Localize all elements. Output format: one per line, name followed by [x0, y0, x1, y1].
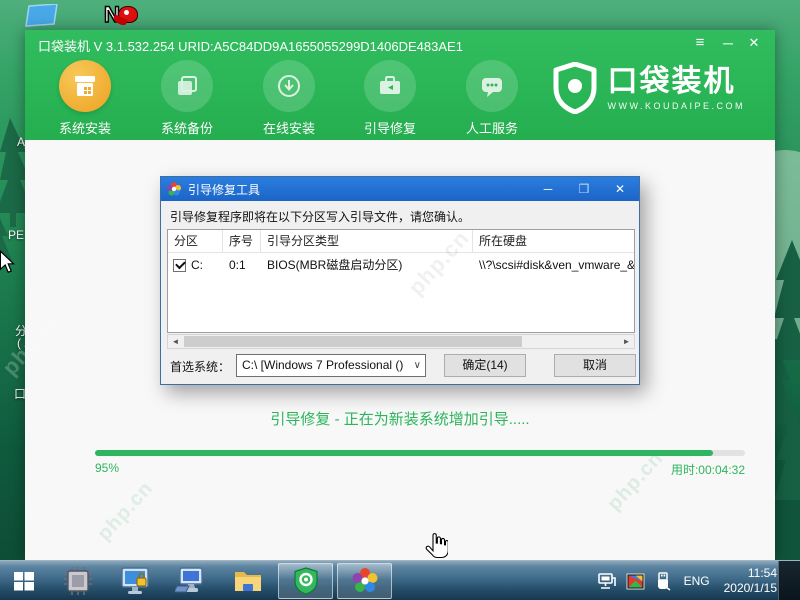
horizontal-scrollbar[interactable]: ◄ ►: [167, 334, 635, 349]
dialog-minimize-button[interactable]: ─: [533, 177, 563, 201]
nav-label: 在线安装: [262, 121, 315, 136]
nav-system-backup[interactable]: 系统备份: [147, 60, 227, 137]
nav-human-service[interactable]: 人工服务: [452, 60, 532, 137]
taskbar-folder-icon[interactable]: [232, 565, 264, 597]
col-boot-type[interactable]: 引导分区类型: [261, 230, 473, 252]
nav-label: 系统安装: [58, 121, 111, 136]
scroll-right-arrow-icon[interactable]: ►: [619, 335, 634, 348]
taskbar: ENG 11:54 2020/1/15: [0, 560, 800, 600]
taskbar-chip-icon[interactable]: [62, 565, 94, 597]
boot-type-cell: BIOS(MBR磁盘启动分区): [267, 258, 403, 272]
boot-repair-icon: [364, 60, 416, 112]
desktop-icon-label[interactable]: (: [17, 336, 21, 350]
windows-logo-icon: [14, 572, 34, 591]
desktop-n-logo-icon[interactable]: N: [103, 3, 144, 30]
elapsed-time: 用时:00:04:32: [670, 463, 745, 477]
dialog-title: 引导修复工具: [188, 182, 261, 197]
app-title: 口袋装机 V 3.1.532.254 URID:A5C84DD9A1655055…: [38, 39, 463, 54]
mouse-cursor-arrow: [0, 250, 16, 273]
pinwheel-icon: [352, 568, 377, 592]
desktop: php.cn php.cn php.cn php.cn php.cn php.c…: [0, 0, 800, 600]
preferred-system-combobox[interactable]: C:\ [Windows 7 Professional () ∨: [236, 354, 426, 377]
blob-highlight: [124, 10, 129, 15]
combobox-value: C:\ [Windows 7 Professional (): [242, 358, 404, 372]
green-shield-icon: [293, 567, 318, 595]
system-install-icon: [59, 60, 111, 112]
taskbar-clock[interactable]: 11:54 2020/1/15: [724, 566, 777, 596]
brand-logo: 口袋装机 WWW.KOUDAIPE.COM: [552, 62, 746, 114]
scroll-left-arrow-icon[interactable]: ◄: [168, 335, 183, 348]
nav-label: 人工服务: [465, 121, 518, 136]
dialog-close-button[interactable]: ✕: [605, 177, 635, 201]
dialog-maximize-button[interactable]: ❒: [569, 177, 599, 201]
progress-percent: 95%: [95, 461, 120, 475]
boot-repair-dialog: 引导修复工具 ─ ❒ ✕ 引导修复程序即将在以下分区写入引导文件，请您确认。 分…: [160, 176, 640, 385]
minimize-button[interactable]: ─: [715, 32, 741, 54]
taskbar-shield-app-button[interactable]: [278, 563, 333, 599]
taskbar-computer-icon[interactable]: [174, 565, 206, 597]
partition-cell: C:: [191, 258, 203, 272]
desktop-icon-label[interactable]: A: [17, 135, 25, 149]
brand-website: WWW.KOUDAIPE.COM: [607, 100, 745, 111]
status-text: 引导修复 - 正在为新装系统增加引导.....: [270, 411, 530, 428]
close-button[interactable]: ✕: [741, 32, 767, 54]
nav-boot-repair[interactable]: 引导修复: [350, 60, 430, 137]
partition-checkbox[interactable]: [173, 258, 186, 272]
disk-cell: \\?\scsi#disk&ven_vmware_&: [479, 258, 634, 272]
nav-label: 引导修复: [363, 121, 416, 136]
order-cell: 0:1: [229, 258, 246, 272]
desktop-display-icon[interactable]: [25, 4, 59, 28]
clock-date: 2020/1/15: [723, 581, 777, 595]
online-install-icon: [263, 60, 315, 112]
menu-icon[interactable]: ≡: [687, 32, 713, 54]
table-header-row: 分区 序号 引导分区类型 所在硬盘: [168, 230, 634, 253]
taskbar-pinwheel-app-button[interactable]: [337, 563, 392, 599]
app-header: 口袋装机 V 3.1.532.254 URID:A5C84DD9A1655055…: [25, 30, 775, 140]
cancel-button[interactable]: 取消: [554, 354, 636, 377]
start-button[interactable]: [8, 565, 40, 597]
col-disk[interactable]: 所在硬盘: [473, 230, 634, 252]
nav-system-install[interactable]: 系统安装: [45, 60, 125, 137]
human-service-icon: [466, 60, 518, 112]
dialog-footer: 首选系统： C:\ [Windows 7 Professional () ∨ 确…: [161, 352, 639, 378]
app-titlebar[interactable]: 口袋装机 V 3.1.532.254 URID:A5C84DD9A1655055…: [25, 30, 775, 56]
network-icon[interactable]: [596, 572, 616, 590]
brand-name: 口袋装机: [607, 64, 736, 98]
system-tray: ENG 11:54 2020/1/15: [591, 561, 777, 600]
dialog-message: 引导修复程序即将在以下分区写入引导文件，请您确认。: [170, 210, 471, 224]
nav-label: 系统备份: [160, 121, 213, 136]
dialog-titlebar[interactable]: 引导修复工具 ─ ❒ ✕: [161, 177, 639, 201]
table-row[interactable]: C: 0:1 BIOS(MBR磁盘启动分区) \\?\scsi#disk&ven…: [168, 253, 634, 277]
preferred-system-label: 首选系统：: [170, 360, 231, 374]
taskbar-monitor-lock-icon[interactable]: [119, 565, 151, 597]
usb-icon[interactable]: [655, 571, 671, 591]
nav-online-install[interactable]: 在线安装: [249, 60, 329, 137]
ok-button[interactable]: 确定(14): [444, 354, 526, 377]
show-desktop-button[interactable]: [778, 561, 800, 600]
scrollbar-thumb[interactable]: [184, 336, 522, 347]
progress-bar-fill: [95, 450, 713, 456]
col-partition[interactable]: 分区: [168, 230, 223, 252]
system-backup-icon: [161, 60, 213, 112]
desktop-icon-label[interactable]: PE: [8, 228, 24, 242]
pinwheel-icon: [167, 182, 181, 196]
display-color-icon[interactable]: [626, 573, 645, 590]
brand-text: 口袋装机 WWW.KOUDAIPE.COM: [607, 64, 746, 111]
clock-time: 11:54: [747, 566, 777, 580]
chevron-down-icon: ∨: [413, 360, 421, 371]
language-indicator[interactable]: ENG: [684, 574, 710, 588]
progress-bar: [95, 450, 745, 456]
col-order[interactable]: 序号: [223, 230, 261, 252]
partition-table: 分区 序号 引导分区类型 所在硬盘 C: 0:1 BIOS(MBR磁盘启动分区)…: [167, 229, 635, 333]
shield-icon: [553, 62, 596, 114]
